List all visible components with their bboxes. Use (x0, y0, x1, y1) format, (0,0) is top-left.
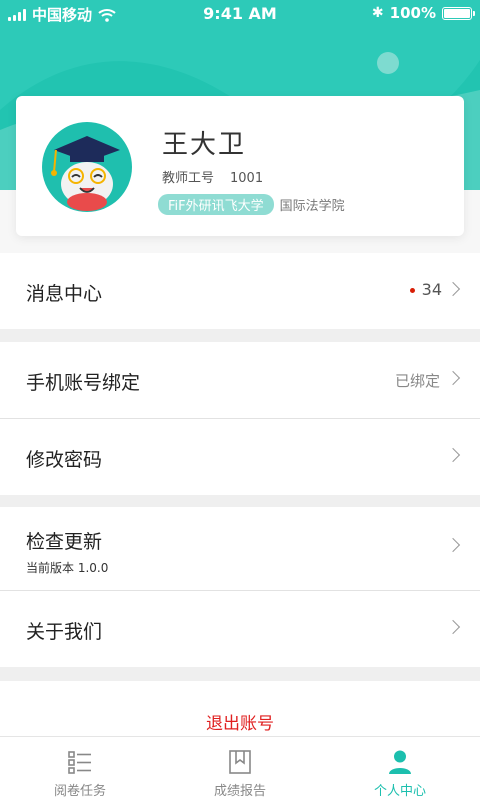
battery-percentage: 100% (389, 4, 436, 22)
menu-group-messages: 消息中心 34 (0, 253, 480, 329)
check-update-item[interactable]: 检查更新 当前版本 1.0.0 (0, 507, 480, 591)
bind-phone-item[interactable]: 手机账号绑定 已绑定 (0, 342, 480, 419)
change-password-label: 修改密码 (26, 449, 103, 471)
school-tag: FiF外研讯飞大学 (158, 194, 274, 215)
list-icon (68, 751, 91, 774)
avatar[interactable] (42, 122, 132, 212)
tab-label: 成绩报告 (213, 784, 266, 799)
message-count: 34 (421, 280, 442, 299)
tab-grading-tasks[interactable]: 阅卷任务 (0, 737, 160, 801)
status-bar: 中国移动 9:41 AM ✱ 100% (0, 0, 480, 30)
battery-icon (442, 6, 475, 20)
tab-personal-center[interactable]: 个人中心 (320, 737, 480, 801)
person-icon (389, 750, 411, 774)
bind-phone-label: 手机账号绑定 (26, 372, 141, 394)
teacher-id-value: 1001 (230, 171, 264, 186)
current-version: 当前版本 1.0.0 (26, 561, 109, 575)
unread-dot (410, 288, 415, 293)
logout-button[interactable]: 退出账号 (0, 709, 480, 734)
menu-group-account: 手机账号绑定 已绑定 修改密码 (0, 342, 480, 495)
chevron-right-icon (445, 537, 461, 553)
about-us-label: 关于我们 (26, 621, 103, 643)
menu-group-app: 检查更新 当前版本 1.0.0 关于我们 (0, 507, 480, 667)
tab-score-report[interactable]: 成绩报告 (160, 737, 320, 801)
profile-card: 王大卫 教师工号 1001 FiF外研讯飞大学 国际法学院 (16, 96, 464, 236)
message-center-label: 消息中心 (26, 283, 103, 305)
message-center-item[interactable]: 消息中心 34 (0, 253, 480, 329)
chevron-right-icon (445, 281, 461, 297)
change-password-item[interactable]: 修改密码 (0, 419, 480, 495)
about-us-item[interactable]: 关于我们 (0, 591, 480, 667)
check-update-label: 检查更新 (26, 531, 103, 553)
teacher-id-label: 教师工号 (162, 171, 215, 186)
logout-section: 退出账号 (0, 681, 480, 737)
teacher-id: 教师工号 1001 (162, 167, 263, 186)
chevron-right-icon (445, 370, 461, 386)
bookmark-report-icon (229, 750, 251, 774)
profile-name: 王大卫 (162, 130, 247, 160)
bind-phone-status: 已绑定 (394, 372, 440, 390)
tab-label: 个人中心 (373, 784, 426, 799)
department-label: 国际法学院 (279, 199, 345, 214)
profile-tags: FiF外研讯飞大学 国际法学院 (158, 194, 345, 215)
chevron-right-icon (445, 447, 461, 463)
tab-bar: 阅卷任务 成绩报告 个人中心 (0, 736, 480, 801)
chevron-right-icon (445, 619, 461, 635)
tab-label: 阅卷任务 (53, 784, 106, 799)
bluetooth-icon: ✱ (371, 5, 384, 21)
